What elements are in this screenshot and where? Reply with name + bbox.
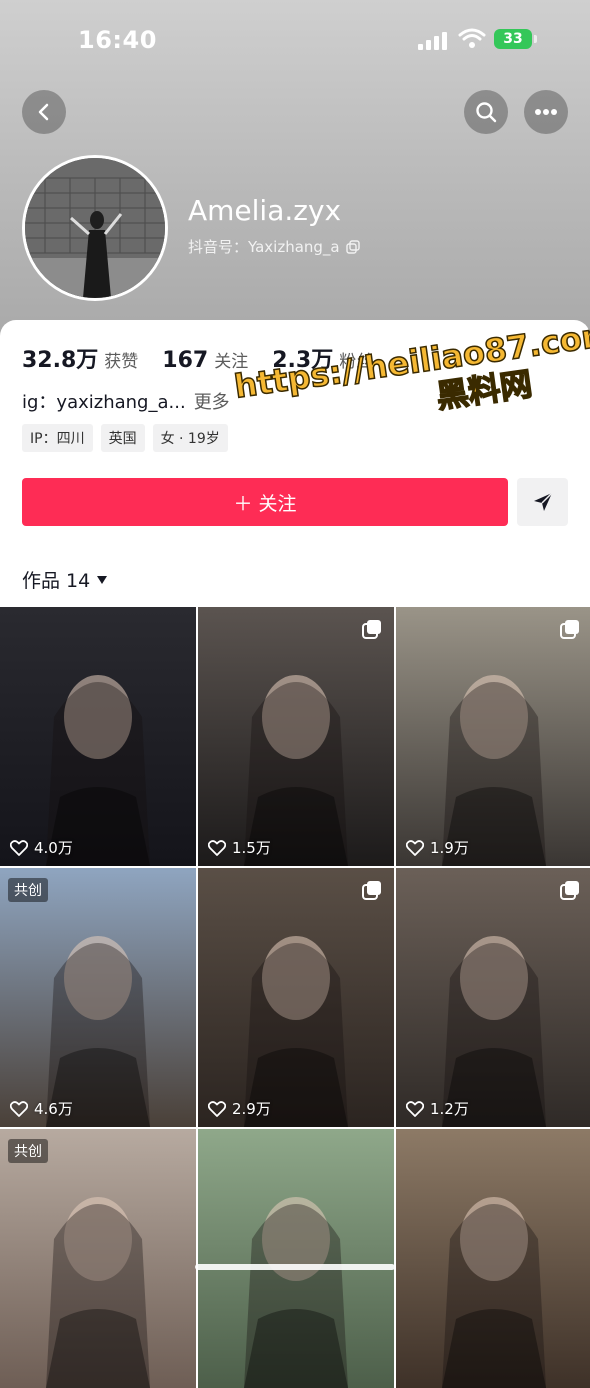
copy-icon[interactable] (345, 239, 360, 254)
stat-following-value: 167 (162, 348, 209, 373)
profile-stats: 32.8万 获赞 167 关注 2.3万 粉丝 (22, 342, 397, 374)
avatar-photo (25, 158, 165, 298)
work-likes: 1.9万 (406, 837, 469, 858)
thumbnail-image (442, 936, 546, 1127)
work-thumbnail[interactable]: 2.9万 (198, 868, 394, 1127)
work-thumbnail[interactable]: 1.9万 (396, 607, 590, 866)
battery-icon: 33 (494, 29, 537, 49)
heart-icon (10, 839, 28, 856)
work-likes-count: 1.5万 (232, 839, 271, 857)
back-arrow-icon (38, 103, 49, 121)
thumbnail-image (46, 1197, 150, 1388)
bio-more-link[interactable]: 更多 (194, 392, 230, 413)
caret-down-icon (97, 575, 108, 584)
work-likes: 4.0万 (10, 837, 73, 858)
co-create-badge: 共创 (8, 1139, 48, 1163)
work-thumbnail[interactable]: 4.0万 (0, 607, 196, 866)
thumbnail-image (244, 1197, 348, 1388)
douyin-id-text: 抖音号：Yaxizhang_a (188, 238, 340, 256)
multi-image-icon (560, 620, 579, 639)
multi-image-icon (362, 881, 381, 900)
heart-icon (406, 839, 424, 856)
tag-country: 英国 (100, 424, 145, 452)
thumbnail-image (46, 675, 150, 866)
work-likes: 1.2万 (406, 1098, 469, 1119)
send-icon (533, 492, 553, 511)
stat-followers-label: 粉丝 (339, 352, 374, 372)
co-create-badge: 共创 (8, 878, 48, 902)
stat-followers-value: 2.3万 (272, 348, 334, 373)
thumbnail-image (442, 1197, 546, 1388)
work-thumbnail[interactable]: 共创 4.6万 (0, 868, 196, 1127)
multi-image-icon (362, 620, 381, 639)
tag-ip: IP：四川 (22, 424, 93, 452)
work-thumbnail[interactable]: 共创 (0, 1129, 196, 1388)
heart-icon (10, 1100, 28, 1117)
work-likes-count: 4.0万 (34, 839, 73, 857)
douyin-id[interactable]: 抖音号：Yaxizhang_a (188, 236, 360, 257)
profile-bio: ig：yaxizhang_a... 更多 (22, 388, 230, 414)
wifi-icon (458, 28, 486, 48)
work-likes: 4.6万 (10, 1098, 73, 1119)
stat-following-label: 关注 (214, 352, 249, 372)
stat-likes-value: 32.8万 (22, 348, 99, 373)
work-thumbnail[interactable]: 1.5万 (198, 607, 394, 866)
work-thumbnail[interactable]: 1.2万 (396, 868, 590, 1127)
home-indicator (195, 1264, 395, 1270)
work-likes-count: 1.9万 (430, 839, 469, 857)
stat-likes[interactable]: 32.8万 获赞 (22, 342, 138, 374)
work-likes: 2.9万 (208, 1098, 271, 1119)
search-button[interactable] (464, 90, 508, 134)
status-bar: 16:40 33 (0, 0, 590, 80)
work-likes: 1.5万 (208, 837, 271, 858)
avatar[interactable] (22, 155, 168, 301)
more-dots-icon (535, 109, 557, 115)
work-thumbnail[interactable] (396, 1129, 590, 1388)
more-button[interactable] (524, 90, 568, 134)
works-grid: 4.0万 1.5万 1.9万 共创 4.6万 2.9万 1.2万 共创 (0, 607, 590, 1388)
tab-works[interactable]: 作品 14 (22, 566, 108, 593)
thumbnail-image (244, 936, 348, 1127)
tab-works-label: 作品 14 (22, 570, 91, 592)
stat-followers[interactable]: 2.3万 粉丝 (272, 342, 373, 374)
heart-icon (208, 1100, 226, 1117)
stat-following[interactable]: 167 关注 (162, 347, 248, 373)
status-time: 16:40 (78, 26, 157, 54)
profile-tags: IP：四川 英国 女 · 19岁 (22, 424, 228, 452)
work-likes-count: 4.6万 (34, 1100, 73, 1118)
work-likes-count: 1.2万 (430, 1100, 469, 1118)
work-thumbnail[interactable] (198, 1129, 394, 1388)
profile-name: Amelia.zyx (188, 194, 342, 227)
multi-image-icon (560, 881, 579, 900)
battery-level: 33 (503, 31, 523, 47)
search-icon (476, 102, 497, 123)
profile-header: 16:40 33 Amelia.zyx 抖音号：Yaxizhang_a (0, 0, 590, 340)
work-likes-count: 2.9万 (232, 1100, 271, 1118)
heart-icon (406, 1100, 424, 1117)
signal-icon (418, 30, 450, 50)
bio-text: ig：yaxizhang_a... (22, 392, 186, 413)
back-button[interactable] (22, 90, 66, 134)
tag-gender-age: 女 · 19岁 (152, 424, 228, 452)
follow-button[interactable]: ＋ 关注 (22, 478, 508, 526)
message-button[interactable] (517, 478, 568, 526)
thumbnail-image (244, 675, 348, 866)
thumbnail-image (442, 675, 546, 866)
stat-likes-label: 获赞 (104, 352, 139, 372)
thumbnail-image (46, 936, 150, 1127)
heart-icon (208, 839, 226, 856)
